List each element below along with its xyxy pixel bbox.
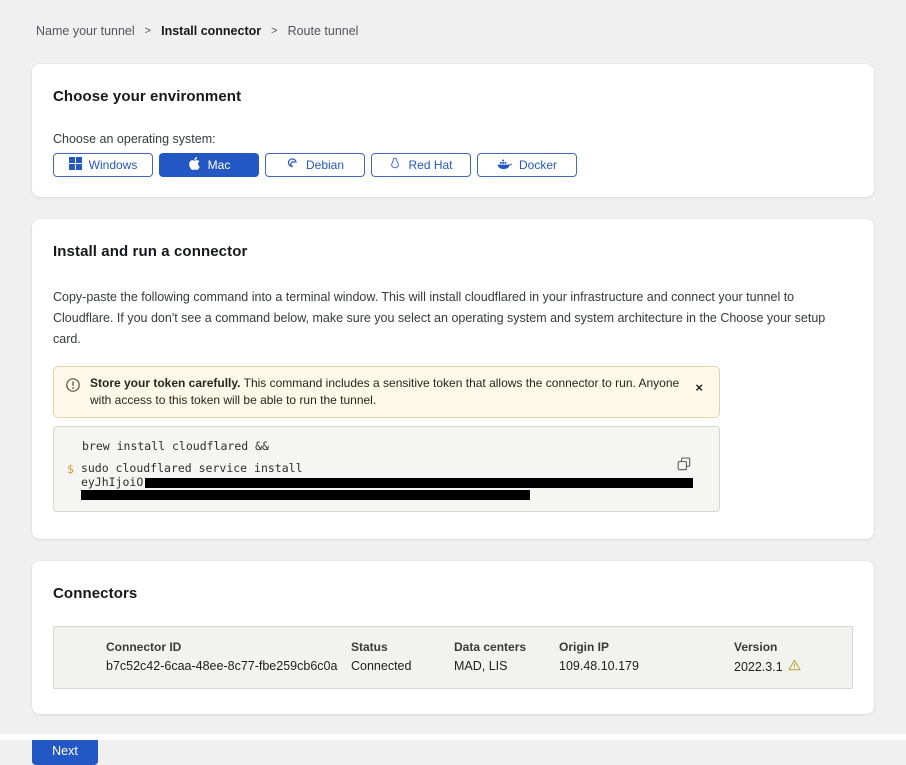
breadcrumb-separator: > [145,25,151,37]
copy-icon[interactable] [675,455,693,476]
install-card-title: Install and run a connector [53,243,853,260]
breadcrumb: Name your tunnel > Install connector > R… [32,0,874,38]
shell-prompt: $ [67,462,74,476]
breadcrumb-separator: > [271,25,277,37]
breadcrumb-install-connector[interactable]: Install connector [161,24,261,38]
debian-logo-icon [286,157,299,173]
docker-whale-icon [497,158,512,173]
status-badge: Connected [351,659,454,673]
column-header: Data centers [454,640,559,654]
origin-ip-value: 109.48.10.179 [559,659,734,673]
os-select-label: Choose an operating system: [53,132,853,146]
version-warning-triangle-icon[interactable] [788,659,801,674]
alert-title: Store your token carefully. [90,376,241,390]
install-command-codeblock[interactable]: brew install cloudflared && $ sudo cloud… [53,426,720,512]
breadcrumb-name-your-tunnel[interactable]: Name your tunnel [36,24,135,38]
table-col-data-centers: Data centers MAD, LIS [454,640,559,674]
table-col-version: Version 2022.3.1 [734,640,852,674]
os-button-redhat[interactable]: Red Hat [371,153,471,177]
version-value: 2022.3.1 [734,660,783,674]
os-button-label: Red Hat [408,158,452,172]
data-centers-value: MAD, LIS [454,659,559,673]
token-visible-prefix: eyJhIjoiO [81,476,143,489]
connectors-table: Connector ID b7c52c42-6caa-48ee-8c77-fbe… [53,626,853,689]
page: Name your tunnel > Install connector > R… [0,0,906,765]
bottom-strip [0,734,906,740]
column-header: Version [734,640,852,654]
os-button-label: Docker [519,158,557,172]
table-col-connector-id: Connector ID b7c52c42-6caa-48ee-8c77-fbe… [106,640,351,674]
os-button-label: Windows [89,158,138,172]
code-line-brew: brew install cloudflared && [82,439,703,453]
os-button-debian[interactable]: Debian [265,153,365,177]
code-line-sudo: sudo cloudflared service install [81,462,693,475]
token-redaction-bar [145,478,693,488]
breadcrumb-route-tunnel[interactable]: Route tunnel [288,24,359,38]
os-button-docker[interactable]: Docker [477,153,577,177]
alert-close-icon[interactable]: × [691,381,707,395]
token-warning-alert: Store your token carefully. This command… [53,366,720,418]
apple-logo-icon [188,157,201,173]
column-header: Origin IP [559,640,734,654]
install-card: Install and run a connector Copy-paste t… [32,219,874,539]
environment-card-title: Choose your environment [53,88,853,105]
os-button-windows[interactable]: Windows [53,153,153,177]
os-button-mac[interactable]: Mac [159,153,259,177]
windows-logo-icon [69,157,82,173]
table-col-origin-ip: Origin IP 109.48.10.179 [559,640,734,674]
token-redaction-bar [81,490,530,500]
warning-circle-icon [66,378,80,397]
install-description: Copy-paste the following command into a … [53,287,853,350]
os-button-label: Debian [306,158,344,172]
connectors-card-title: Connectors [53,585,853,602]
connectors-card: Connectors Connector ID b7c52c42-6caa-48… [32,561,874,714]
table-col-status: Status Connected [351,640,454,674]
environment-card: Choose your environment Choose an operat… [32,64,874,197]
os-button-label: Mac [208,158,231,172]
redhat-tux-icon [389,157,401,173]
os-button-group: Windows Mac Debian Red Hat [53,153,853,177]
column-header: Connector ID [106,640,351,654]
next-button[interactable]: Next [32,736,98,765]
connector-id-value: b7c52c42-6caa-48ee-8c77-fbe259cb6c0a [106,659,351,673]
column-header: Status [351,640,454,654]
alert-text: Store your token carefully. This command… [90,375,681,409]
